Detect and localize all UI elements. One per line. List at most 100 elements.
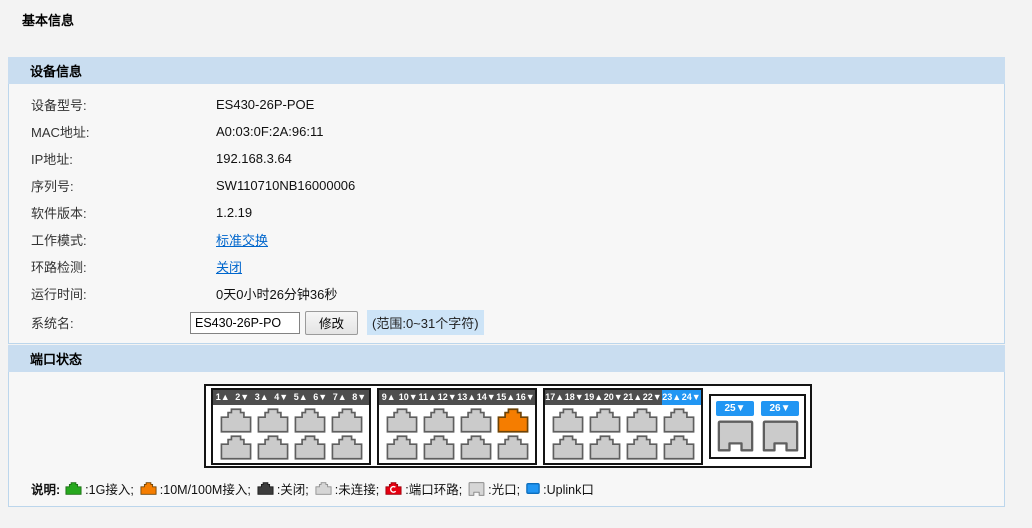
port-22 [626, 435, 658, 460]
port-status-header: 端口状态 [8, 345, 1005, 372]
port-5 [294, 408, 326, 433]
port-icon [140, 482, 157, 495]
info-label: 工作模式: [31, 230, 216, 249]
legend-text: :未连接; [335, 479, 379, 498]
legend-item: :Uplink口 [526, 479, 594, 498]
page-title: 基本信息 [22, 10, 74, 29]
port-header-label-6: 6▼ [311, 390, 331, 405]
port-1 [220, 408, 252, 433]
port-24 [663, 435, 695, 460]
port-header-label-19: 19▲ [584, 390, 604, 405]
info-label: 系统名: [31, 313, 190, 332]
port-group: 9▲10▼11▲12▼13▲14▼15▲16▼ [377, 388, 537, 465]
info-label: IP地址: [31, 149, 216, 168]
info-value-link[interactable]: 标准交换 [216, 230, 268, 249]
modify-button[interactable]: 修改 [305, 311, 358, 335]
port-group-header: 17▲18▼19▲20▼21▲22▼23▲24▼ [545, 390, 701, 405]
sfp-port-25: 25▼ [716, 401, 754, 452]
legend-item: :关闭; [257, 479, 309, 498]
info-label: 运行时间: [31, 284, 216, 303]
info-label: MAC地址: [31, 122, 216, 141]
port-header-label-7: 7▲ [330, 390, 350, 405]
port-header-label-23: 23▲ [662, 390, 682, 405]
port-header-label-22: 22▼ [643, 390, 663, 405]
sfp-port-label-26: 26▼ [761, 401, 799, 416]
port-2 [220, 435, 252, 460]
port-legend: 说明: :1G接入; :10M/100M接入; :关闭; :未连接; :端口环路; :光口… [31, 479, 600, 498]
legend-item: :未连接; [315, 479, 379, 498]
port-header-label-9: 9▲ [379, 390, 399, 405]
port-group-header: 9▲10▼11▲12▼13▲14▼15▲16▼ [379, 390, 535, 405]
port-21 [626, 408, 658, 433]
port-group-ports [545, 405, 701, 463]
sfp-port-26: 26▼ [761, 401, 799, 452]
legend-title: 说明: [31, 479, 60, 498]
port-14 [460, 435, 492, 460]
system-name-input[interactable] [190, 312, 300, 334]
device-info-header: 设备信息 [8, 57, 1005, 84]
port-group-ports [379, 405, 535, 463]
legend-item: :光口; [468, 479, 520, 498]
legend-text: :关闭; [277, 479, 309, 498]
port-header-label-1: 1▲ [213, 390, 233, 405]
info-value-link[interactable]: 关闭 [216, 257, 242, 276]
info-row: 环路检测:关闭 [9, 253, 1004, 280]
info-row: 运行时间:0天0小时26分钟36秒 [9, 280, 1004, 307]
port-loop-icon [385, 482, 402, 495]
range-hint: (范围:0~31个字符) [367, 310, 484, 335]
port-header-label-3: 3▲ [252, 390, 272, 405]
info-row: 软件版本:1.2.19 [9, 199, 1004, 226]
port-status-panel: 端口状态 1▲2▼3▲4▼5▲6▼7▲8▼ 9▲10▼11▲12▼13▲14▼15… [8, 345, 1005, 507]
port-icon [65, 482, 82, 495]
optical-port-icon [468, 482, 485, 496]
system-name-row: 系统名: 修改 (范围:0~31个字符) [9, 307, 1004, 338]
port-4 [257, 435, 289, 460]
port-header-label-14: 14▼ [477, 390, 497, 405]
port-header-label-5: 5▲ [291, 390, 311, 405]
info-value: SW110710NB16000006 [216, 178, 355, 193]
info-value: 1.2.19 [216, 205, 252, 220]
port-header-label-13: 13▲ [457, 390, 477, 405]
port-13 [460, 408, 492, 433]
port-15 [497, 408, 529, 433]
port-panel: 1▲2▼3▲4▼5▲6▼7▲8▼9▲10▼11▲12▼13▲14▼15▲16▼1… [204, 384, 812, 468]
port-9 [386, 408, 418, 433]
info-value: 192.168.3.64 [216, 151, 292, 166]
device-info-rows: 设备型号:ES430-26P-POEMAC地址:A0:03:0F:2A:96:1… [8, 84, 1005, 344]
legend-text: :10M/100M接入; [160, 479, 251, 498]
sfp-port-icon-25 [717, 420, 754, 452]
sfp-port-group: 25▼ 26▼ [709, 394, 806, 459]
info-value: 0天0小时26分钟36秒 [216, 284, 337, 303]
port-group: 17▲18▼19▲20▼21▲22▼23▲24▼ [543, 388, 703, 465]
legend-text: :Uplink口 [543, 479, 594, 498]
port-10 [386, 435, 418, 460]
info-row: 工作模式:标准交换 [9, 226, 1004, 253]
sfp-port-icon-26 [762, 420, 799, 452]
port-6 [294, 435, 326, 460]
port-header-label-2: 2▼ [233, 390, 253, 405]
port-8 [331, 435, 363, 460]
port-16 [497, 435, 529, 460]
info-label: 序列号: [31, 176, 216, 195]
port-header-label-11: 11▲ [418, 390, 438, 405]
info-label: 环路检测: [31, 257, 216, 276]
port-icon [257, 482, 274, 495]
port-group-ports [213, 405, 369, 463]
uplink-port-icon [526, 482, 540, 495]
port-7 [331, 408, 363, 433]
info-row: 设备型号:ES430-26P-POE [9, 91, 1004, 118]
info-row: IP地址:192.168.3.64 [9, 145, 1004, 172]
device-info-panel: 设备信息 设备型号:ES430-26P-POEMAC地址:A0:03:0F:2A… [8, 57, 1005, 344]
port-header-label-12: 12▼ [438, 390, 458, 405]
port-header-label-10: 10▼ [399, 390, 419, 405]
port-18 [552, 435, 584, 460]
port-header-label-4: 4▼ [272, 390, 292, 405]
port-20 [589, 435, 621, 460]
port-header-label-24: 24▼ [682, 390, 702, 405]
port-header-label-16: 16▼ [516, 390, 536, 405]
legend-item: :端口环路; [385, 479, 462, 498]
info-label: 软件版本: [31, 203, 216, 222]
port-23 [663, 408, 695, 433]
legend-item: :1G接入; [65, 479, 134, 498]
port-group: 1▲2▼3▲4▼5▲6▼7▲8▼ [211, 388, 371, 465]
